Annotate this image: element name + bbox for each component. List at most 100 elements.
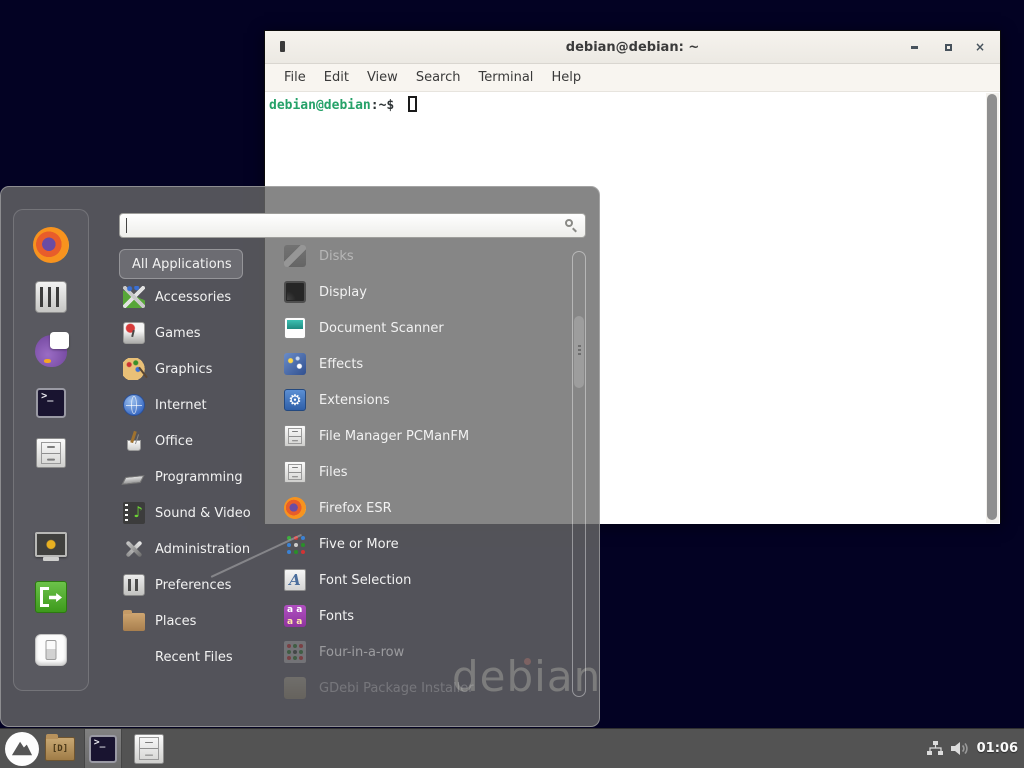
document-scanner-icon	[284, 317, 306, 339]
pidgin-icon	[35, 335, 67, 367]
app-item-file-manager-pcmanfm[interactable]: File Manager PCManFM	[284, 418, 569, 454]
file-cabinet-icon	[36, 438, 66, 468]
four-in-a-row-icon	[284, 641, 306, 663]
terminal-title: debian@debian: ~	[566, 40, 699, 55]
preferences-icon	[123, 574, 145, 596]
menu-view[interactable]: View	[358, 67, 407, 88]
app-item-five-or-more[interactable]: Five or More	[284, 526, 569, 562]
app-item-effects[interactable]: Effects	[284, 346, 569, 382]
disks-icon	[284, 245, 306, 267]
favorite-pidgin[interactable]	[35, 335, 67, 371]
app-item-display[interactable]: Display	[284, 274, 569, 310]
favorite-files[interactable]	[36, 438, 66, 472]
firefox-icon	[284, 497, 306, 519]
app-item-four-in-a-row[interactable]: Four-in-a-row	[284, 634, 569, 670]
category-programming[interactable]: Programming	[119, 459, 287, 495]
taskbar-file-manager-button[interactable]	[42, 729, 78, 768]
maximize-button[interactable]	[940, 39, 956, 55]
file-cabinet-icon	[284, 461, 306, 483]
terminal-menubar: File Edit View Search Terminal Help	[265, 64, 1000, 92]
taskbar-terminal-button[interactable]	[84, 729, 122, 768]
minimize-button[interactable]	[906, 39, 922, 55]
terminal-scrollbar-thumb[interactable]	[987, 94, 997, 520]
prompt-path: :~$	[371, 98, 402, 113]
network-icon[interactable]	[927, 741, 944, 756]
effects-icon	[284, 353, 306, 375]
menu-logo-icon	[5, 732, 39, 766]
terminal-prompt: debian@debian:~$	[269, 96, 417, 113]
clock[interactable]: 01:06	[977, 741, 1018, 756]
category-graphics[interactable]: Graphics	[119, 351, 287, 387]
menu-edit[interactable]: Edit	[315, 67, 358, 88]
terminal-icon	[36, 388, 66, 418]
app-item-extensions[interactable]: Extensions	[284, 382, 569, 418]
lock-screen-icon	[34, 531, 68, 561]
extensions-icon	[284, 389, 306, 411]
category-games[interactable]: Games	[119, 315, 287, 351]
graphics-icon	[123, 358, 145, 380]
terminal-titlebar[interactable]: debian@debian: ~ ×	[265, 31, 1000, 64]
apps-scrollbar-thumb[interactable]	[574, 316, 584, 388]
favorite-lock-screen[interactable]	[34, 531, 68, 565]
search-box	[119, 213, 586, 238]
minimize-icon	[911, 46, 918, 49]
category-office[interactable]: Office	[119, 423, 287, 459]
close-button[interactable]: ×	[972, 39, 988, 55]
volume-icon[interactable]	[951, 741, 970, 756]
font-selection-icon	[284, 569, 306, 591]
menu-terminal[interactable]: Terminal	[469, 67, 542, 88]
fonts-icon	[284, 605, 306, 627]
favorites-panel	[13, 209, 89, 691]
administration-icon	[123, 538, 145, 560]
taskbar-files-button[interactable]	[130, 729, 168, 768]
menu-button[interactable]	[3, 729, 41, 768]
close-icon: ×	[975, 40, 985, 54]
search-input[interactable]	[120, 214, 585, 237]
terminal-icon	[89, 735, 117, 763]
file-cabinet-icon	[284, 425, 306, 447]
app-item-disks[interactable]: Disks	[284, 238, 569, 274]
menu-search[interactable]: Search	[407, 67, 470, 88]
category-all-applications[interactable]: All Applications	[119, 249, 243, 279]
games-icon	[123, 322, 145, 344]
app-item-gdebi-package-installer[interactable]: GDebi Package Installer	[284, 670, 569, 706]
app-item-font-selection[interactable]: Font Selection	[284, 562, 569, 598]
favorite-audio-mixer[interactable]	[35, 281, 67, 317]
menu-help[interactable]: Help	[542, 67, 590, 88]
internet-icon	[123, 394, 145, 416]
apps-scrollbar[interactable]	[572, 251, 586, 697]
terminal-window-icon	[280, 41, 285, 52]
category-administration[interactable]: Administration	[119, 531, 287, 567]
maximize-icon	[945, 44, 952, 51]
app-item-fonts[interactable]: Fonts	[284, 598, 569, 634]
category-places[interactable]: Places	[119, 603, 287, 639]
category-sound-video[interactable]: Sound & Video	[119, 495, 287, 531]
favorite-log-out[interactable]	[35, 581, 67, 617]
gdebi-icon	[284, 677, 306, 699]
terminal-cursor	[408, 96, 417, 112]
category-recent-files[interactable]: Recent Files	[119, 639, 287, 675]
app-list: Disks Display Document Scanner Effects E…	[284, 238, 569, 706]
firefox-icon	[33, 227, 69, 263]
places-folder-icon	[123, 613, 145, 631]
menu-file[interactable]: File	[275, 67, 315, 88]
category-preferences[interactable]: Preferences	[119, 567, 287, 603]
favorite-terminal[interactable]	[36, 388, 66, 422]
prompt-user-host: debian@debian	[269, 98, 371, 113]
scrollbar-grip-icon	[578, 345, 581, 347]
favorite-shut-down[interactable]	[35, 634, 67, 670]
favorite-firefox[interactable]	[33, 227, 69, 267]
category-internet[interactable]: Internet	[119, 387, 287, 423]
category-accessories[interactable]: Accessories	[119, 279, 287, 315]
desktop[interactable]: debian debian@debian: ~ × File Edit View…	[0, 0, 1024, 768]
terminal-scrollbar[interactable]	[986, 93, 999, 523]
folder-d-icon	[45, 737, 75, 761]
programming-icon	[123, 466, 145, 488]
app-item-document-scanner[interactable]: Document Scanner	[284, 310, 569, 346]
app-item-files[interactable]: Files	[284, 454, 569, 490]
app-item-firefox-esr[interactable]: Firefox ESR	[284, 490, 569, 526]
shut-down-icon	[35, 634, 67, 666]
office-icon	[123, 430, 145, 452]
sound-video-icon	[123, 502, 145, 524]
display-icon	[284, 281, 306, 303]
